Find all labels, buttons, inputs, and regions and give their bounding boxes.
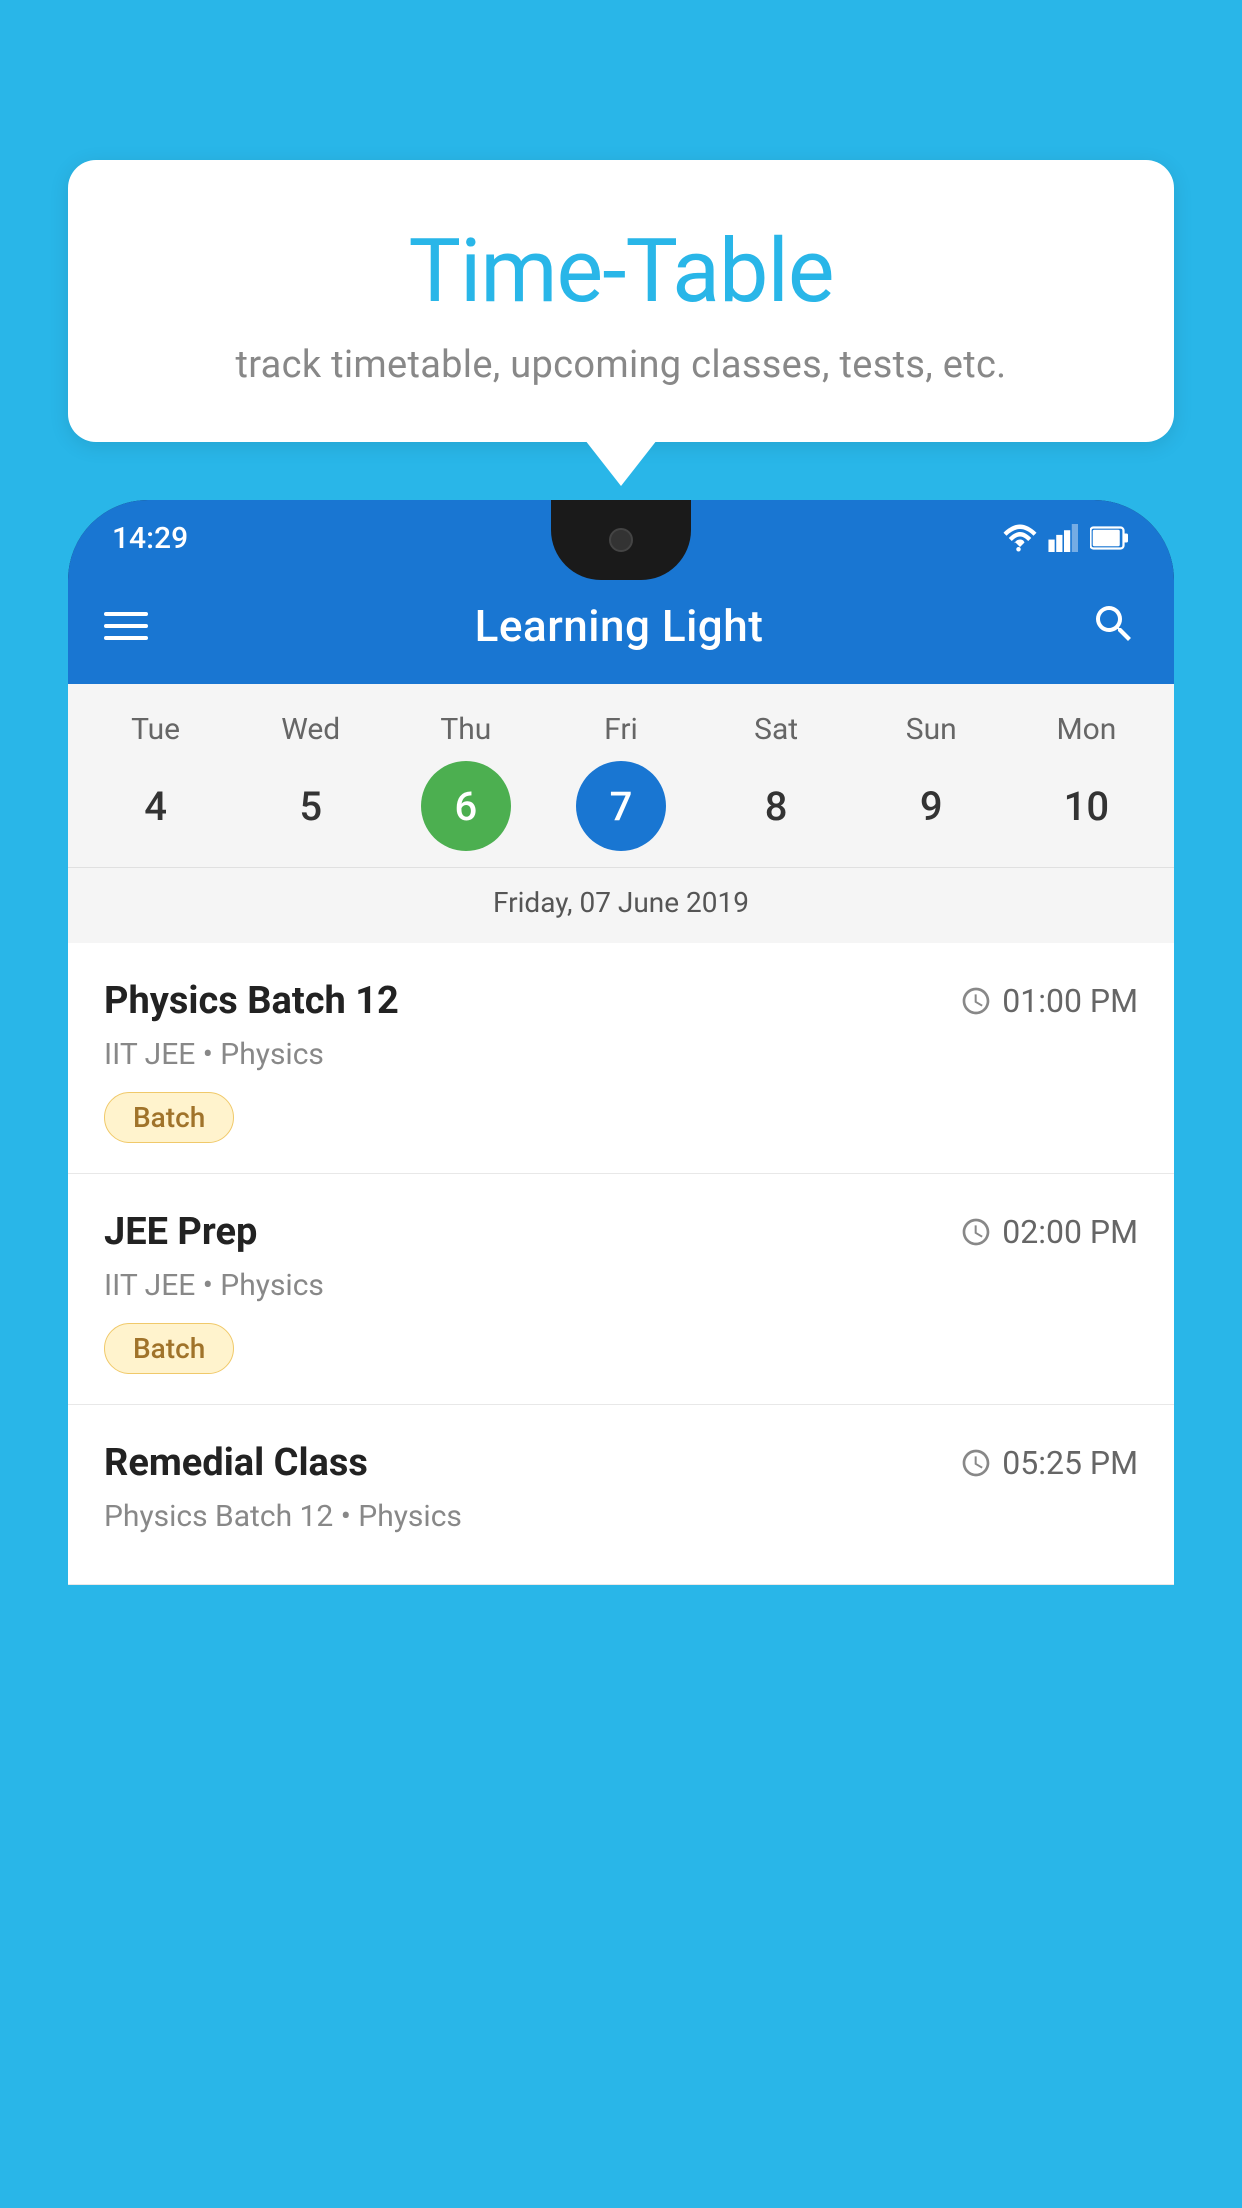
front-camera xyxy=(609,528,633,552)
item-subtitle-1: IIT JEE • Physics xyxy=(104,1037,1138,1072)
item-time-2: 02:00 PM xyxy=(960,1213,1138,1251)
bubble-subtitle: track timetable, upcoming classes, tests… xyxy=(108,343,1134,387)
day-num-4: 4 xyxy=(111,761,201,851)
item-title-1: Physics Batch 12 xyxy=(104,979,399,1023)
bubble-title: Time-Table xyxy=(108,220,1134,323)
batch-tag-1: Batch xyxy=(104,1092,234,1143)
item-header-2: JEE Prep 02:00 PM xyxy=(104,1210,1138,1254)
day-col-sat[interactable]: Sat 8 xyxy=(711,712,841,851)
hamburger-menu-icon[interactable] xyxy=(104,612,148,640)
item-time-text-1: 01:00 PM xyxy=(1002,982,1138,1020)
day-col-tue[interactable]: Tue 4 xyxy=(91,712,221,851)
day-name-mon: Mon xyxy=(1056,712,1116,747)
day-col-fri[interactable]: Fri 7 xyxy=(556,712,686,851)
day-col-thu[interactable]: Thu 6 xyxy=(401,712,531,851)
day-name-thu: Thu xyxy=(440,712,491,747)
phone-mockup: 14:29 xyxy=(68,500,1174,1585)
day-num-5: 5 xyxy=(266,761,356,851)
phone-container: 14:29 xyxy=(68,500,1174,2208)
speech-bubble: Time-Table track timetable, upcoming cla… xyxy=(68,160,1174,442)
day-num-8: 8 xyxy=(731,761,821,851)
day-num-9: 9 xyxy=(886,761,976,851)
day-col-mon[interactable]: Mon 10 xyxy=(1021,712,1151,851)
item-time-1: 01:00 PM xyxy=(960,982,1138,1020)
selected-date-label: Friday, 07 June 2019 xyxy=(68,867,1174,943)
calendar-strip: Tue 4 Wed 5 Thu 6 Fri 7 Sat 8 xyxy=(68,684,1174,943)
day-name-tue: Tue xyxy=(131,712,180,747)
clock-icon-3 xyxy=(960,1447,992,1479)
day-name-sat: Sat xyxy=(754,712,798,747)
item-title-3: Remedial Class xyxy=(104,1441,368,1485)
clock-icon-1 xyxy=(960,985,992,1017)
item-subtitle-3: Physics Batch 12 • Physics xyxy=(104,1499,1138,1534)
status-icons xyxy=(1002,524,1130,552)
wifi-icon xyxy=(1002,524,1038,552)
day-col-sun[interactable]: Sun 9 xyxy=(866,712,996,851)
schedule-item-3[interactable]: Remedial Class 05:25 PM Physics Batch 12… xyxy=(68,1405,1174,1585)
day-name-wed: Wed xyxy=(281,712,340,747)
battery-icon xyxy=(1090,526,1130,550)
batch-tag-2: Batch xyxy=(104,1323,234,1374)
item-time-text-3: 05:25 PM xyxy=(1002,1444,1138,1482)
app-title: Learning Light xyxy=(475,600,764,652)
day-num-10: 10 xyxy=(1041,761,1131,851)
item-subtitle-2: IIT JEE • Physics xyxy=(104,1268,1138,1303)
clock-icon-2 xyxy=(960,1216,992,1248)
item-time-3: 05:25 PM xyxy=(960,1444,1138,1482)
app-bar: Learning Light xyxy=(68,568,1174,684)
day-num-6: 6 xyxy=(421,761,511,851)
days-row: Tue 4 Wed 5 Thu 6 Fri 7 Sat 8 xyxy=(68,712,1174,851)
search-icon[interactable] xyxy=(1090,600,1138,652)
schedule-item-1[interactable]: Physics Batch 12 01:00 PM IIT JEE • Phys… xyxy=(68,943,1174,1174)
day-num-7: 7 xyxy=(576,761,666,851)
schedule-list: Physics Batch 12 01:00 PM IIT JEE • Phys… xyxy=(68,943,1174,1585)
day-col-wed[interactable]: Wed 5 xyxy=(246,712,376,851)
schedule-item-2[interactable]: JEE Prep 02:00 PM IIT JEE • Physics Batc… xyxy=(68,1174,1174,1405)
item-header-1: Physics Batch 12 01:00 PM xyxy=(104,979,1138,1023)
speech-bubble-container: Time-Table track timetable, upcoming cla… xyxy=(68,160,1174,442)
item-title-2: JEE Prep xyxy=(104,1210,257,1254)
item-time-text-2: 02:00 PM xyxy=(1002,1213,1138,1251)
status-time: 14:29 xyxy=(112,521,188,556)
signal-icon xyxy=(1048,524,1080,552)
day-name-sun: Sun xyxy=(906,712,957,747)
item-header-3: Remedial Class 05:25 PM xyxy=(104,1441,1138,1485)
phone-notch xyxy=(551,500,691,580)
day-name-fri: Fri xyxy=(604,712,638,747)
